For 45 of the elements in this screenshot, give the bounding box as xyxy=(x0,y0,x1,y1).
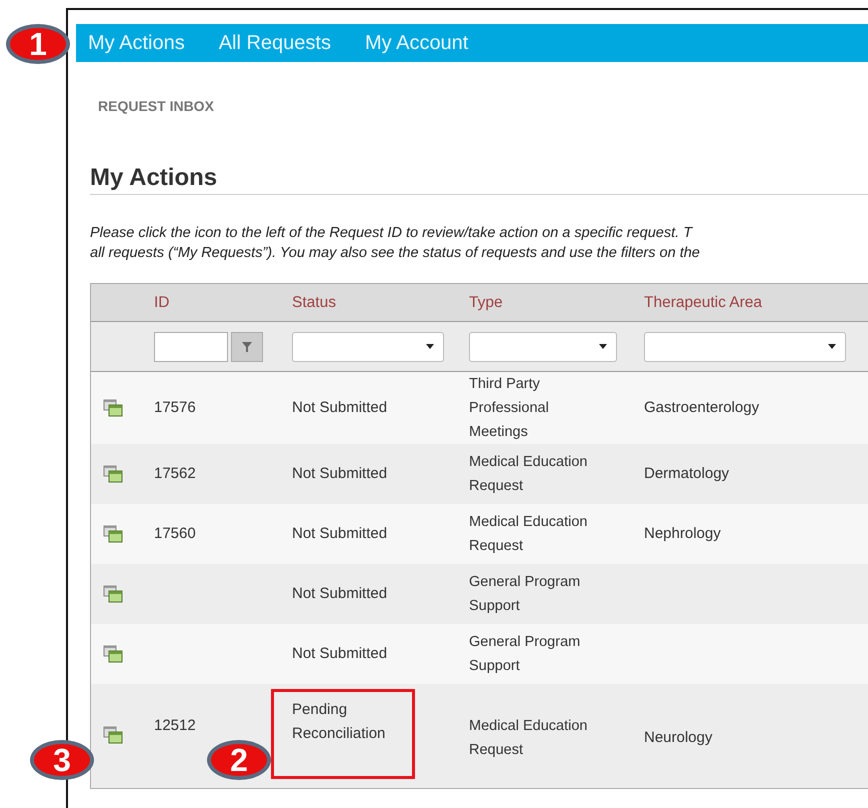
caret-icon xyxy=(827,344,837,350)
instruction-text: all requests (“My Requests”). You may also see the status of requests and use the filters on the xyxy=(90,244,701,263)
table-cell-text: Medical Education Request xyxy=(469,453,588,496)
nav-link[interactable]: All Requests xyxy=(218,32,331,54)
status-cell-text: Not Submitted xyxy=(292,584,388,604)
caret-icon xyxy=(598,344,608,350)
table-cell-text: Medical Education Request xyxy=(469,717,588,760)
status-cell-text: Not Submitted xyxy=(292,644,388,664)
windows-icon[interactable] xyxy=(103,525,123,543)
table-cell-text: Medical Education Request xyxy=(469,513,588,556)
instruction-text: Please click the icon to the left of the Request ID to review/take action on a specific request. T xyxy=(90,224,694,243)
nav-link[interactable]: My Actions xyxy=(88,32,185,54)
id-filter-field[interactable] xyxy=(154,332,228,362)
breadcrumb: REQUEST INBOX xyxy=(97,98,215,114)
windows-icon[interactable] xyxy=(103,465,123,483)
status-cell-text: Not Submitted xyxy=(292,398,388,418)
table-cell: Neurology xyxy=(644,729,712,746)
filter-icon xyxy=(241,340,253,352)
table-cell-text: Third Party Professional Meetings xyxy=(469,375,550,442)
table-cell: 17576 xyxy=(154,399,196,416)
windows-icon[interactable] xyxy=(103,399,123,417)
status-cell-text: Not Submitted xyxy=(292,524,388,544)
table-cell: 12512 xyxy=(154,717,196,734)
table-cell: Dermatology xyxy=(644,465,730,482)
table-cell-text: General Program Support xyxy=(469,633,582,676)
windows-icon[interactable] xyxy=(103,585,123,603)
nav-link[interactable]: My Account xyxy=(364,32,468,54)
column-header[interactable]: ID xyxy=(154,294,292,312)
windows-icon[interactable] xyxy=(103,645,123,663)
column-header[interactable]: Status xyxy=(292,294,469,312)
page-heading: My Actions xyxy=(90,164,868,195)
table-cell: Gastroenterology xyxy=(644,399,760,416)
filter-button[interactable] xyxy=(231,332,263,362)
column-header[interactable]: Type xyxy=(469,294,644,312)
status-cell: Pending Reconciliation xyxy=(274,692,412,776)
windows-icon[interactable] xyxy=(103,726,123,744)
table-cell: 17560 xyxy=(154,525,196,542)
callout-badge: 1 xyxy=(6,24,70,64)
table-cell: Nephrology xyxy=(644,525,721,542)
column-header[interactable]: Therapeutic Area xyxy=(644,294,868,312)
callout-badge: 3 xyxy=(30,740,94,780)
status-cell-text: Not Submitted xyxy=(292,464,388,484)
table-cell: 17562 xyxy=(154,465,196,482)
table-cell-text: General Program Support xyxy=(469,573,582,616)
caret-icon xyxy=(425,344,435,350)
